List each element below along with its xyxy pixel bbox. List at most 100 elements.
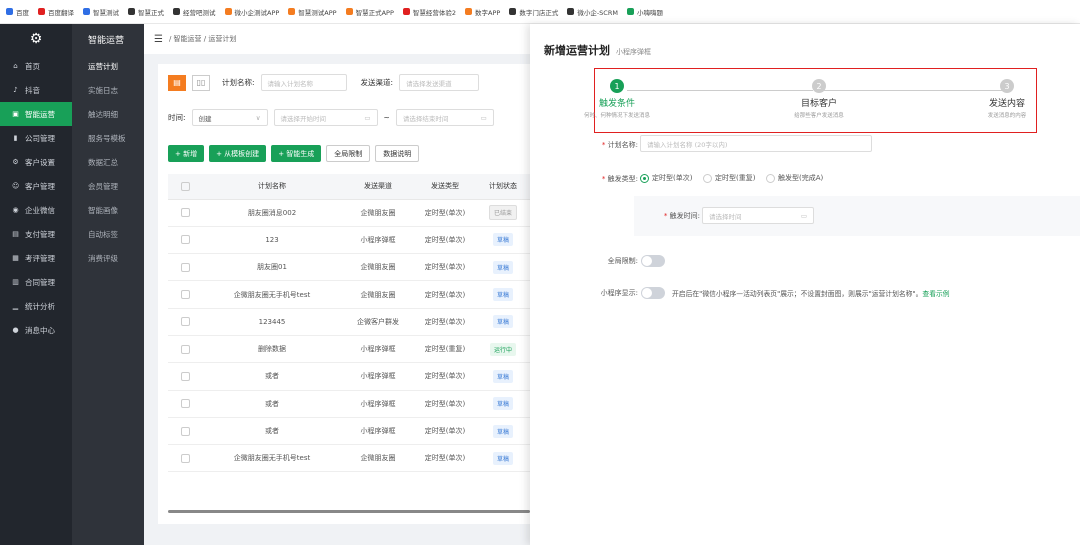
table-row[interactable]: 或者 小程序弹框 定时型(单次) 草稿 <box>168 362 530 391</box>
bookmark-item[interactable]: 微小企测试APP <box>224 7 279 17</box>
menu-item[interactable]: ▣ 智能运营 <box>0 102 72 126</box>
bookmark-item[interactable]: 经营吧测试 <box>173 7 216 17</box>
bookmark-item[interactable]: 微小企-SCRM <box>567 7 618 17</box>
select-all-checkbox[interactable] <box>168 174 202 200</box>
table-row[interactable]: 删除数据 小程序弹框 定时型(重复) 运行中 <box>168 335 530 364</box>
menu-item[interactable]: ◉ 企业微信 <box>0 198 72 222</box>
menu-item[interactable]: ▮ 公司管理 <box>0 126 72 150</box>
breadcrumb-bar: ☰ / 智能运营 / 运营计划 <box>144 24 530 54</box>
plan-name-input[interactable]: 请输入计划名称 <box>260 74 347 91</box>
bookmark-item[interactable]: 百度翻译 <box>38 7 74 17</box>
bookmark-item[interactable]: 智慧测试 <box>83 7 119 17</box>
menu-toggle-icon[interactable]: ☰ <box>154 34 163 45</box>
card-view-button[interactable]: ▯▯ <box>192 74 210 91</box>
mini-display-switch[interactable] <box>641 287 665 299</box>
table-row[interactable]: 企微朋友圈无手机号test 企微朋友圈 定时型(单次) 草稿 <box>168 280 530 309</box>
submenu-item[interactable]: 会员管理 <box>72 174 144 198</box>
view-example-link[interactable]: 查看示例 <box>922 290 949 298</box>
row-checkbox[interactable] <box>168 253 202 282</box>
submenu-item[interactable]: 数据汇总 <box>72 150 144 174</box>
from-template-button[interactable]: + 从模板创建 <box>209 145 267 162</box>
horizontal-scrollbar[interactable] <box>168 510 530 513</box>
submenu-item[interactable]: 服务号模板 <box>72 126 144 150</box>
row-checkbox[interactable] <box>168 226 202 255</box>
submenu-item[interactable]: 触达明细 <box>72 102 144 126</box>
bookmark-item[interactable]: 小嗨嗨题 <box>626 7 663 17</box>
status-badge: 草稿 <box>492 369 513 383</box>
step-1[interactable]: 1 触发条件 何时、何种情况下发送消息 <box>577 79 657 119</box>
bookmark-item[interactable]: 智慧测试APP <box>288 7 337 17</box>
bookmark-label: 经营吧测试 <box>183 8 216 17</box>
data-desc-button[interactable]: 数据说明 <box>375 145 420 162</box>
step-2[interactable]: 2 目标客户 给那些客户发送消息 <box>779 79 859 119</box>
table-row[interactable]: 朋友圈消息002 企微朋友圈 定时型(单次) 已结束 <box>168 199 530 227</box>
bookmark-item[interactable]: 数字门店正式 <box>509 7 558 17</box>
submenu-item[interactable]: 消费评级 <box>72 246 144 270</box>
trigger-option-event[interactable]: 触发型(完成A) <box>766 173 823 183</box>
smart-generate-button[interactable]: + 智能生成 <box>271 145 322 162</box>
cell-status: 草稿 <box>476 444 530 473</box>
start-time-input[interactable]: 请选择开始时间 ▭ <box>273 109 378 126</box>
submenu-item[interactable]: 运营计划 <box>72 54 144 78</box>
row-checkbox[interactable] <box>168 444 202 473</box>
menu-item[interactable]: ♪ 抖音 <box>0 78 72 102</box>
row-checkbox[interactable] <box>168 280 202 309</box>
trigger-option-once[interactable]: 定时型(单次) <box>640 173 692 183</box>
row-checkbox[interactable] <box>168 199 202 227</box>
table-view-button[interactable]: ▤ <box>168 74 186 91</box>
menu-item[interactable]: ● 消息中心 <box>0 318 72 342</box>
add-button[interactable]: + 新增 <box>168 145 205 162</box>
row-checkbox[interactable] <box>168 390 202 418</box>
bookmark-item[interactable]: 数字APP <box>465 7 500 17</box>
bookmark-icon <box>128 8 135 15</box>
cell-type: 定时型(单次) <box>414 362 476 391</box>
trigger-option-repeat[interactable]: 定时型(重复) <box>703 173 755 183</box>
submenu-item[interactable]: 实施日志 <box>72 78 144 102</box>
status-badge: 草稿 <box>492 233 513 247</box>
app-title: 智能运营 <box>88 35 125 46</box>
end-time-input[interactable]: 请选择结束时间 ▭ <box>395 109 494 126</box>
menu-label: 智能运营 <box>25 109 55 119</box>
row-checkbox[interactable] <box>168 335 202 364</box>
menu-item[interactable]: ⚙ 客户设置 <box>0 150 72 174</box>
cell-plan-name: 企微朋友圈无手机号test <box>202 280 342 309</box>
global-limit-switch[interactable] <box>641 255 665 267</box>
col-channel: 发送渠道 <box>342 174 414 200</box>
menu-item[interactable]: ☺ 客户管理 <box>0 174 72 198</box>
cell-channel: 企微朋友圈 <box>342 253 414 282</box>
channel-select[interactable]: 请选择发送渠道 <box>399 74 480 91</box>
table-row[interactable]: 企微朋友圈无手机号test 企微朋友圈 定时型(单次) 草稿 <box>168 444 530 473</box>
menu-item[interactable]: ▦ 考评管理 <box>0 246 72 270</box>
menu-item[interactable]: ▥ 合同管理 <box>0 270 72 294</box>
cell-type: 定时型(单次) <box>414 226 476 255</box>
menu-item[interactable]: ▤ 支付管理 <box>0 222 72 246</box>
menu-icon: ▁ <box>12 302 19 310</box>
menu-item[interactable]: ▁ 统计分析 <box>0 294 72 318</box>
cell-type: 定时型(单次) <box>414 199 476 227</box>
step-3[interactable]: 3 发送内容 发送消息的内容 <box>967 79 1047 119</box>
table-row[interactable]: 或者 小程序弹框 定时型(单次) 草稿 <box>168 390 530 418</box>
submenu-item[interactable]: 自动标签 <box>72 222 144 246</box>
table-row[interactable]: 朋友圈01 企微朋友圈 定时型(单次) 草稿 <box>168 253 530 282</box>
cell-channel: 小程序弹框 <box>342 335 414 364</box>
cell-plan-name: 或者 <box>202 417 342 446</box>
row-checkbox[interactable] <box>168 417 202 446</box>
table-row[interactable]: 123 小程序弹框 定时型(单次) 草稿 <box>168 226 530 255</box>
plan-name-field[interactable]: 请输入计划名称 (20字以内) <box>640 135 872 152</box>
cell-type: 定时型(单次) <box>414 280 476 309</box>
trigger-time-input[interactable]: 请选择时间 ▭ <box>702 207 814 224</box>
bookmark-item[interactable]: 智慧经营体验2 <box>402 7 456 17</box>
menu-label: 考评管理 <box>25 253 55 263</box>
global-limit-button[interactable]: 全局限制 <box>326 145 371 162</box>
menu-item[interactable]: ⌂ 首页 <box>0 54 72 78</box>
time-type-select[interactable]: 创建 ∨ <box>191 109 268 126</box>
bookmark-item[interactable]: 百度 <box>6 7 29 17</box>
table-row[interactable]: 或者 小程序弹框 定时型(单次) 草稿 <box>168 417 530 446</box>
row-checkbox[interactable] <box>168 308 202 336</box>
table-row[interactable]: 123445 企微客户群发 定时型(单次) 草稿 <box>168 308 530 336</box>
row-checkbox[interactable] <box>168 362 202 391</box>
sidebar: ⚙ ⌂ 首页 ♪ 抖音 ▣ 智能运营 ▮ 公司管理 ⚙ 客户设置 ☺ 客户管理 ◉ 企业微信 ▤ 支付管理 ▦ 考… <box>0 24 144 545</box>
bookmark-item[interactable]: 智慧正式APP <box>345 7 394 17</box>
submenu-item[interactable]: 智能画像 <box>72 198 144 222</box>
bookmark-item[interactable]: 智慧正式 <box>128 7 164 17</box>
